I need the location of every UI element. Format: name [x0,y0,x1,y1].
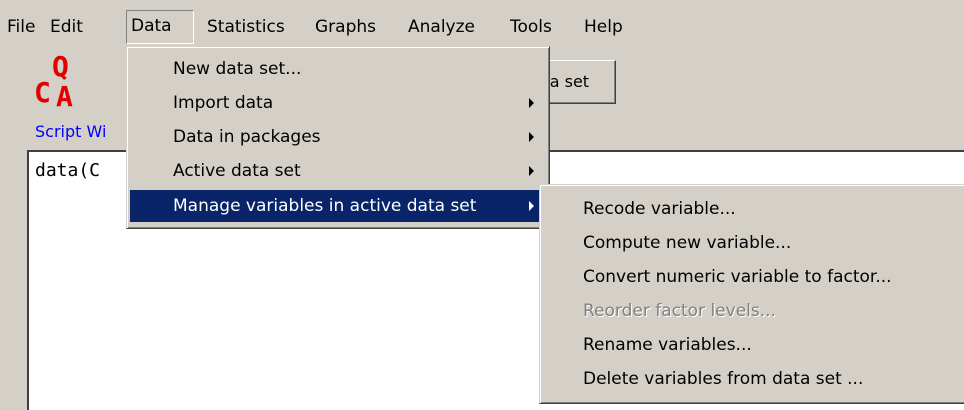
menu-item-convert-numeric-to-factor[interactable]: Convert numeric variable to factor... [543,261,964,293]
script-window-label: Script Wi [35,122,107,141]
submenu-arrow-icon [529,132,534,142]
data-menu-dropdown: New data set... Import data Data in pack… [126,46,550,229]
menu-item-recode-variable[interactable]: Recode variable... [543,193,964,225]
menu-item-label: Compute new variable... [583,233,792,253]
menu-item-compute-new-variable[interactable]: Compute new variable... [543,227,964,259]
logo-letter-c: C [34,76,51,109]
menu-item-label: New data set... [173,59,302,79]
menu-edit[interactable]: Edit [50,10,83,44]
submenu-arrow-icon [529,201,534,211]
menu-analyze[interactable]: Analyze [408,10,475,44]
logo-letter-q: Q [52,50,69,83]
app-logo: Q C A [34,50,104,118]
menu-item-manage-variables[interactable]: Manage variables in active data set [130,190,546,222]
menu-item-label: Import data [173,93,274,113]
menu-item-label: Delete variables from data set ... [583,369,864,389]
menu-item-label: Reorder factor levels... [583,301,776,321]
menu-item-new-data-set[interactable]: New data set... [130,53,546,85]
menu-item-label: Data in packages [173,127,321,147]
submenu-arrow-icon [529,98,534,108]
menu-item-import-data[interactable]: Import data [130,87,546,119]
logo-letter-a: A [56,80,73,113]
menu-item-active-data-set[interactable]: Active data set [130,155,546,187]
menu-item-label: Convert numeric variable to factor... [583,267,892,287]
menu-tools[interactable]: Tools [510,10,552,44]
menu-item-label: Active data set [173,161,301,181]
script-text: data(C [35,160,101,181]
menu-bar: File Edit Data Statistics Graphs Analyze… [0,10,964,44]
menu-item-delete-variables[interactable]: Delete variables from data set ... [543,363,964,395]
menu-item-label: Manage variables in active data set [173,196,477,216]
menu-item-reorder-factor-levels: Reorder factor levels... [543,295,964,327]
menu-graphs[interactable]: Graphs [315,10,376,44]
menu-item-data-in-packages[interactable]: Data in packages [130,121,546,153]
menu-item-label: Recode variable... [583,199,736,219]
menu-help[interactable]: Help [584,10,623,44]
menu-file[interactable]: File [7,10,35,44]
menu-statistics[interactable]: Statistics [207,10,285,44]
menu-data[interactable]: Data [126,10,194,44]
submenu-arrow-icon [529,166,534,176]
menu-item-rename-variables[interactable]: Rename variables... [543,329,964,361]
menu-item-label: Rename variables... [583,335,752,355]
manage-variables-submenu: Recode variable... Compute new variable.… [539,184,964,404]
